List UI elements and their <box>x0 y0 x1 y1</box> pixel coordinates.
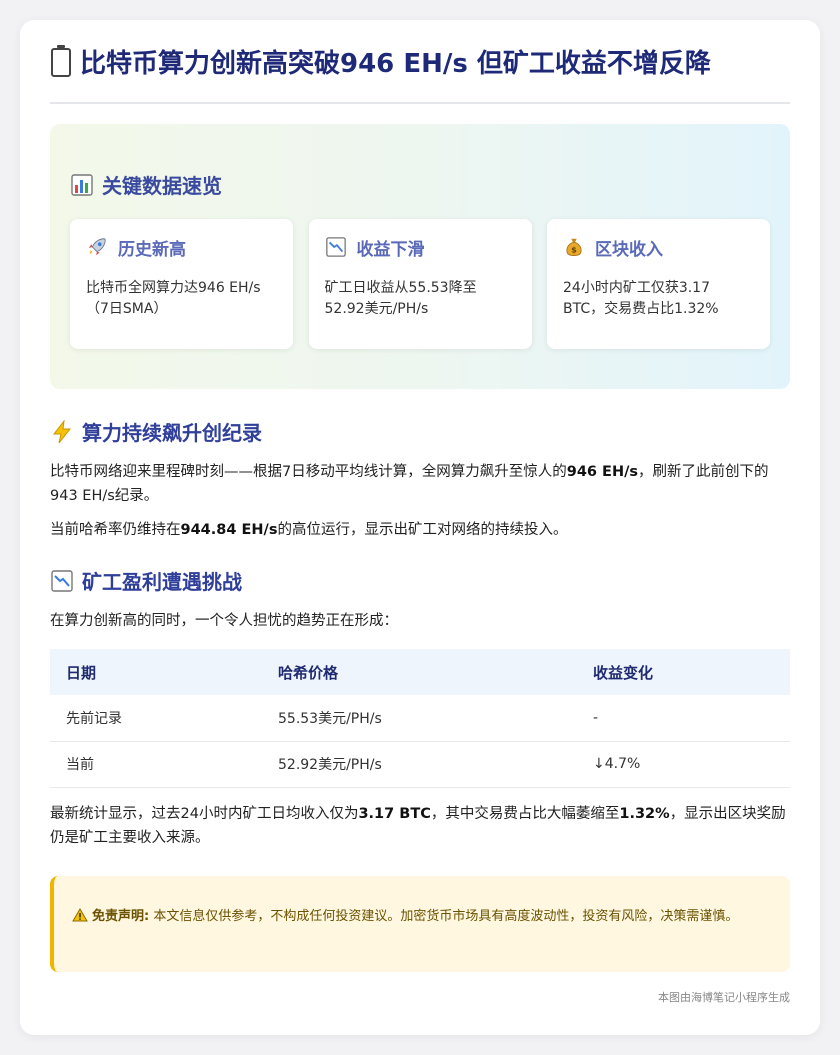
table-row: 当前 52.92美元/PH/s ↓4.7% <box>50 741 790 788</box>
hashrate-section: 算力持续飙升创纪录 比特币网络迎来里程碑时刻——根据7日移动平均线计算，全网算力… <box>50 417 790 542</box>
section-heading: 矿工盈利遭遇挑战 <box>82 570 242 594</box>
paragraph: 比特币网络迎来里程碑时刻——根据7日移动平均线计算，全网算力飙升至惊人的946 … <box>50 464 769 504</box>
disclaimer-text: 本文信息仅供参考，不构成任何投资建议。加密货币市场具有高度波动性，投资有风险，决… <box>153 908 739 924</box>
paragraph: 当前哈希率仍维持在944.84 EH/s的高位运行，显示出矿工对网络的持续投入。 <box>50 522 568 538</box>
rocket-icon <box>86 236 110 260</box>
key-data-overview: 关键数据速览 历史新高 比特币全网算力达946 EH/s（7日SMA） 收益下滑… <box>50 124 790 389</box>
stat-title: 区块收入 <box>595 240 663 260</box>
table-header-row: 日期 哈希价格 收益变化 <box>50 649 790 695</box>
table-cell: 52.92美元/PH/s <box>262 741 577 788</box>
money-bag-icon: $ <box>563 236 587 260</box>
stat-card-record: 历史新高 比特币全网算力达946 EH/s（7日SMA） <box>70 219 293 349</box>
paragraph: 在算力创新高的同时，一个令人担忧的趋势正在形成： <box>50 613 398 629</box>
table-cell: 55.53美元/PH/s <box>262 695 577 742</box>
section-header: 算力持续飙升创纪录 <box>50 417 790 446</box>
title-row: 比特币算力创新高突破946 EH/s 但矿工收益不增反降 <box>50 20 790 104</box>
column-header: 日期 <box>66 663 97 682</box>
table-cell: ↓4.7% <box>577 741 790 788</box>
stat-card-block-income: $ 区块收入 24小时内矿工仅获3.17 BTC，交易费占比1.32% <box>547 219 770 349</box>
chart-down-icon <box>325 236 349 260</box>
stat-card-revenue: 收益下滑 矿工日收益从55.53降至52.92美元/PH/s <box>308 219 532 349</box>
stat-title: 收益下滑 <box>356 240 425 260</box>
paragraph: 最新统计显示，过去24小时内矿工日均收入仅为3.17 BTC，其中交易费占比大幅… <box>50 805 786 846</box>
overview-heading: 关键数据速览 <box>102 174 222 198</box>
table-cell: 先前记录 <box>50 695 262 742</box>
bar-chart-icon <box>70 173 94 197</box>
section-heading: 算力持续飙升创纪录 <box>82 421 262 445</box>
stat-text: 比特币全网算力达946 EH/s（7日SMA） <box>86 280 261 317</box>
battery-icon <box>50 45 72 77</box>
article-card: 比特币算力创新高突破946 EH/s 但矿工收益不增反降 关键数据速览 历史新高… <box>20 20 820 1035</box>
section-header: 矿工盈利遭遇挑战 <box>50 566 790 595</box>
footer-credit: 本图由海博笔记小程序生成 <box>658 991 790 1004</box>
stat-text: 24小时内矿工仅获3.17 BTC，交易费占比1.32% <box>563 280 719 317</box>
stat-text: 矿工日收益从55.53降至52.92美元/PH/s <box>324 280 477 317</box>
page-title: 比特币算力创新高突破946 EH/s 但矿工收益不增反降 <box>80 48 711 79</box>
hashprice-table: 日期 哈希价格 收益变化 先前记录 55.53美元/PH/s - 当前 52.9… <box>50 649 790 788</box>
disclaimer-box: 免责声明: 本文信息仅供参考，不构成任何投资建议。加密货币市场具有高度波动性，投… <box>50 875 790 972</box>
overview-header: 关键数据速览 <box>70 170 770 199</box>
chart-down-icon <box>50 569 74 593</box>
column-header: 收益变化 <box>593 663 654 682</box>
warning-icon <box>72 907 88 922</box>
lightning-icon <box>50 418 74 444</box>
stats-row: 历史新高 比特币全网算力达946 EH/s（7日SMA） 收益下滑 矿工日收益从… <box>70 219 770 349</box>
table-row: 先前记录 55.53美元/PH/s - <box>50 695 790 742</box>
disclaimer-label: 免责声明: <box>92 908 150 924</box>
svg-text:$: $ <box>571 244 577 254</box>
table-cell: - <box>577 695 790 742</box>
table-cell: 当前 <box>50 741 262 788</box>
profitability-section: 矿工盈利遭遇挑战 在算力创新高的同时，一个令人担忧的趋势正在形成： 日期 哈希价… <box>50 566 790 850</box>
column-header: 哈希价格 <box>278 663 339 682</box>
stat-title: 历史新高 <box>118 240 186 260</box>
